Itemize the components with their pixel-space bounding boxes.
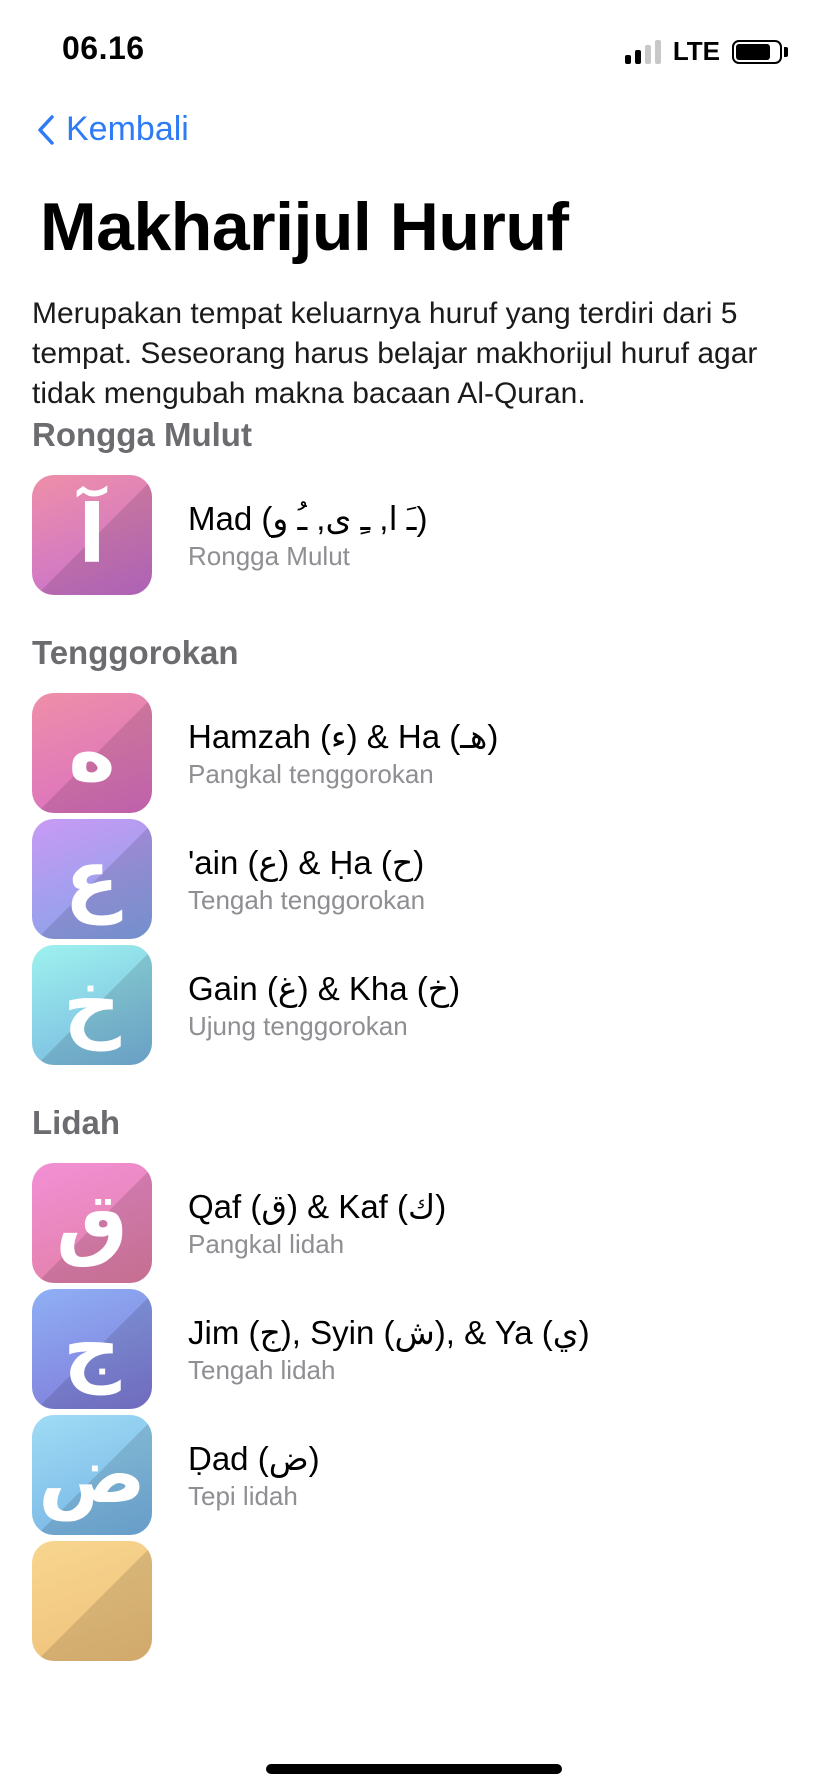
section-header-rongga-mulut: Rongga Mulut bbox=[32, 416, 252, 453]
item-title: Ḍad (ض) bbox=[188, 1440, 320, 1477]
list-item[interactable]: ع 'ain (ع) & Ḥa (ح) Tengah tenggorokan bbox=[32, 819, 812, 939]
item-subtitle: Ujung tenggorokan bbox=[188, 1011, 408, 1041]
letter-glyph: ق bbox=[56, 1176, 128, 1269]
list-item[interactable]: آ Mad (ـَ ا, ـِ ى, ـُ و) Rongga Mulut bbox=[32, 475, 812, 595]
list-item-partial[interactable] bbox=[32, 1541, 812, 1661]
letter-glyph: خ bbox=[63, 958, 121, 1051]
letter-glyph: ع bbox=[64, 832, 120, 925]
item-text: Qaf (ق) & Kaf (ك) Pangkal lidah bbox=[188, 1186, 446, 1260]
letter-icon bbox=[32, 1541, 152, 1661]
battery-cap bbox=[784, 46, 788, 57]
chevron-left-icon bbox=[36, 114, 56, 146]
letter-glyph: آ bbox=[78, 488, 106, 581]
item-text: Mad (ـَ ا, ـِ ى, ـُ و) Rongga Mulut bbox=[188, 498, 427, 572]
section-header-lidah: Lidah bbox=[32, 1104, 120, 1141]
letter-icon: آ bbox=[32, 475, 152, 595]
letter-icon: خ bbox=[32, 945, 152, 1065]
item-subtitle: Rongga Mulut bbox=[188, 541, 350, 571]
item-title: Qaf (ق) & Kaf (ك) bbox=[188, 1188, 447, 1225]
letter-icon: ه bbox=[32, 693, 152, 813]
item-subtitle: Pangkal lidah bbox=[188, 1229, 345, 1259]
letter-icon: ض bbox=[32, 1415, 152, 1535]
page-description: Merupakan tempat keluarnya huruf yang te… bbox=[32, 297, 758, 410]
list-item[interactable]: ض Ḍad (ض) Tepi lidah bbox=[32, 1415, 812, 1535]
battery-icon bbox=[732, 39, 782, 64]
section-header-tenggorokan: Tenggorokan bbox=[32, 634, 239, 671]
list-item[interactable]: ج Jim (ج), Syin (ش), & Ya (ي) Tengah lid… bbox=[32, 1289, 812, 1409]
item-text: Ḍad (ض) Tepi lidah bbox=[188, 1438, 320, 1512]
item-subtitle: Tengah tenggorokan bbox=[188, 885, 426, 915]
list-item[interactable]: ق Qaf (ق) & Kaf (ك) Pangkal lidah bbox=[32, 1163, 812, 1283]
back-label: Kembali bbox=[66, 110, 189, 148]
item-title: Jim (ج), Syin (ش), & Ya (ي) bbox=[188, 1314, 590, 1351]
item-subtitle: Pangkal tenggorokan bbox=[188, 759, 434, 789]
network-type: LTE bbox=[672, 36, 720, 66]
cellular-signal-icon bbox=[624, 39, 661, 64]
status-bar: 06.16 LTE bbox=[0, 0, 828, 100]
item-subtitle: Tepi lidah bbox=[188, 1481, 298, 1511]
list-item[interactable]: ه Hamzah (ء) & Ha (هـ) Pangkal tenggorok… bbox=[32, 693, 812, 813]
item-title: 'ain (ع) & Ḥa (ح) bbox=[188, 844, 425, 881]
letter-icon: ج bbox=[32, 1289, 152, 1409]
page-title: Makharijul Huruf bbox=[40, 189, 569, 265]
item-title: Mad (ـَ ا, ـِ ى, ـُ و) bbox=[188, 500, 428, 537]
status-time: 06.16 bbox=[62, 30, 145, 66]
back-button[interactable]: Kembali bbox=[36, 110, 189, 149]
item-subtitle: Tengah lidah bbox=[188, 1355, 336, 1385]
letter-glyph: ه bbox=[68, 706, 116, 799]
icon-shadow bbox=[32, 1541, 152, 1661]
item-text: 'ain (ع) & Ḥa (ح) Tengah tenggorokan bbox=[188, 842, 425, 916]
letter-glyph: ض bbox=[38, 1428, 146, 1521]
screen: 06.16 LTE Kembali Makharijul Huruf Merup… bbox=[0, 0, 828, 1792]
list-item[interactable]: خ Gain (غ) & Kha (خ) Ujung tenggorokan bbox=[32, 945, 812, 1065]
item-text: Hamzah (ء) & Ha (هـ) Pangkal tenggorokan bbox=[188, 716, 498, 790]
home-indicator[interactable] bbox=[266, 1764, 562, 1774]
item-title: Hamzah (ء) & Ha (هـ) bbox=[188, 718, 499, 755]
letter-icon: ق bbox=[32, 1163, 152, 1283]
letter-glyph: ج bbox=[63, 1302, 121, 1395]
item-title: Gain (غ) & Kha (خ) bbox=[188, 970, 461, 1007]
letter-icon: ع bbox=[32, 819, 152, 939]
item-text: Gain (غ) & Kha (خ) Ujung tenggorokan bbox=[188, 968, 460, 1042]
item-text: Jim (ج), Syin (ش), & Ya (ي) Tengah lidah bbox=[188, 1312, 590, 1386]
status-indicators: LTE bbox=[624, 36, 788, 67]
